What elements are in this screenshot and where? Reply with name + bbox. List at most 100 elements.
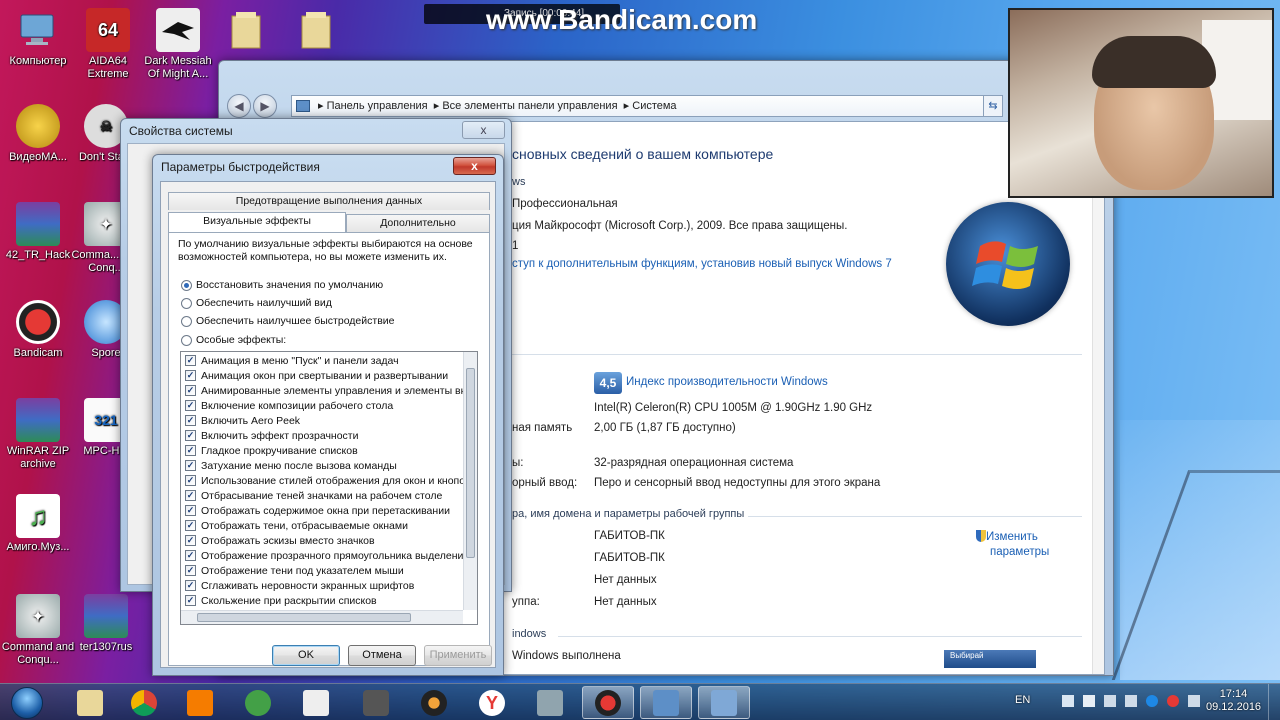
checkbox[interactable]: ✓	[185, 415, 196, 426]
tab-data-execution-prevention[interactable]: Предотвращение выполнения данных	[168, 192, 490, 210]
desktop-icon-winrar-zip[interactable]: WinRAR ZIP archive	[0, 398, 76, 471]
windows-flag-icon[interactable]	[1083, 695, 1095, 707]
effect-item[interactable]: ✓ Отображать содержимое окна при перетаск…	[185, 503, 467, 518]
language-indicator[interactable]: EN	[1015, 694, 1030, 706]
checkbox[interactable]: ✓	[185, 565, 196, 576]
forward-button[interactable]: ▶	[253, 94, 277, 118]
taskbar-system-properties[interactable]	[698, 686, 750, 719]
desktop-icon-computer[interactable]: Компьютер	[0, 8, 76, 68]
effect-item[interactable]: ✓ Скольжение при раскрытии списков	[185, 593, 467, 608]
taskbar-control-panel[interactable]	[640, 686, 692, 719]
change-settings-link[interactable]: Изменить параметры	[976, 530, 1049, 560]
desktop-icon-bandicam[interactable]: Bandicam	[0, 300, 76, 360]
ok-button[interactable]: OK	[272, 645, 340, 666]
effect-item[interactable]: ✓ Включить эффект прозрачности	[185, 428, 467, 443]
vertical-scrollbar[interactable]	[1092, 122, 1104, 674]
desktop-icon-command-conquer-2[interactable]: ✦ Command and Conqu...	[0, 594, 76, 667]
desktop-icon-folder-1[interactable]	[208, 8, 284, 55]
video-icon[interactable]	[1125, 695, 1137, 707]
radio-button[interactable]	[181, 279, 192, 291]
effect-item[interactable]: ✓ Включение композиции рабочего стола	[185, 398, 467, 413]
desktop-icon-42-tr-hack[interactable]: 42_TR_Hack	[0, 202, 76, 262]
radio-custom[interactable]: Особые эффекты:	[181, 334, 286, 346]
start-button[interactable]	[2, 686, 52, 719]
checkbox[interactable]: ✓	[185, 490, 196, 501]
checkbox[interactable]: ✓	[185, 430, 196, 441]
radio-restore-defaults[interactable]: Восстановить значения по умолчанию	[181, 279, 383, 291]
performance-options-dialog[interactable]: Параметры быстродействия x Предотвращени…	[152, 154, 504, 676]
rating-badge[interactable]: 4,5	[594, 372, 622, 394]
breadcrumb-control-panel[interactable]: Панель управления	[327, 100, 428, 112]
taskbar-keyboard[interactable]	[524, 686, 576, 719]
effect-item[interactable]: ✓ Гладкое прокручивание списков	[185, 443, 467, 458]
checkbox[interactable]: ✓	[185, 550, 196, 561]
checkbox[interactable]: ✓	[185, 595, 196, 606]
checkbox[interactable]: ✓	[185, 355, 196, 366]
show-desktop-button[interactable]	[1268, 684, 1280, 720]
system-properties-close-button[interactable]: x	[462, 121, 505, 139]
scroll-thumb[interactable]	[466, 368, 475, 558]
desktop-icon-dark-messiah[interactable]: Dark Messiah Of Might A...	[140, 8, 216, 81]
genuine-button[interactable]: Выбирай	[944, 650, 1036, 668]
radio-best-appearance[interactable]: Обеспечить наилучший вид	[181, 297, 332, 309]
radio-button[interactable]	[181, 334, 192, 346]
desktop-icon-ter1307rus[interactable]: ter1307rus	[68, 594, 144, 654]
apply-button[interactable]: Применить	[424, 645, 492, 666]
breadcrumb-system[interactable]: Система	[632, 100, 676, 112]
checkbox[interactable]: ✓	[185, 370, 196, 381]
tab-advanced[interactable]: Дополнительно	[346, 214, 490, 232]
clock[interactable]: 17:14 09.12.2016	[1206, 688, 1261, 714]
checkbox[interactable]: ✓	[185, 505, 196, 516]
checkbox[interactable]: ✓	[185, 475, 196, 486]
effect-item[interactable]: ✓ Анимированные элементы управления и эле…	[185, 383, 467, 398]
performance-index-link[interactable]: Индекс производительности Windows	[626, 376, 828, 388]
desktop-icon-aida64[interactable]: 64 AIDA64 Extreme	[70, 8, 146, 81]
breadcrumb-all-items[interactable]: Все элементы панели управления	[442, 100, 617, 112]
radio-button[interactable]	[181, 297, 192, 309]
effect-item[interactable]: ✓ Затухание меню после вызова команды	[185, 458, 467, 473]
cancel-button[interactable]: Отмена	[348, 645, 416, 666]
effect-item[interactable]: ✓ Отображение прозрачного прямоугольника …	[185, 548, 467, 563]
effect-item[interactable]: ✓ Использование стилей отображения для ок…	[185, 473, 467, 488]
taskbar-media-player[interactable]	[174, 686, 226, 719]
effect-item[interactable]: ✓ Сглаживать неровности экранных шрифтов	[185, 578, 467, 593]
taskbar-world-of-tanks[interactable]	[350, 686, 402, 719]
tab-visual-effects[interactable]: Визуальные эффекты	[168, 212, 346, 232]
checkbox[interactable]: ✓	[185, 460, 196, 471]
back-button[interactable]: ◀	[227, 94, 251, 118]
checkbox[interactable]: ✓	[185, 580, 196, 591]
taskbar-dark-messiah[interactable]	[290, 686, 342, 719]
desktop-icon-videomaster[interactable]: ВидеоМА...	[0, 104, 76, 164]
scroll-thumb[interactable]	[197, 613, 411, 622]
effect-item[interactable]: ✓ Анимация в меню "Пуск" и панели задач	[185, 353, 467, 368]
upgrade-link[interactable]: ступ к дополнительным функциям, установи…	[512, 258, 892, 270]
taskbar-podcast[interactable]	[232, 686, 284, 719]
effect-item[interactable]: ✓ Отображать эскизы вместо значков	[185, 533, 467, 548]
effect-item[interactable]: ✓ Включить Aero Peek	[185, 413, 467, 428]
effect-item[interactable]: ✓ Анимация окон при свертывании и разверт…	[185, 368, 467, 383]
skype-icon[interactable]	[1146, 695, 1158, 707]
antivirus-icon[interactable]	[1167, 695, 1179, 707]
taskbar-chrome[interactable]	[118, 686, 170, 719]
checkbox[interactable]: ✓	[185, 400, 196, 411]
network-icon[interactable]	[1062, 695, 1074, 707]
taskbar-game[interactable]	[408, 686, 460, 719]
checkbox[interactable]: ✓	[185, 520, 196, 531]
checkbox[interactable]: ✓	[185, 445, 196, 456]
radio-best-performance[interactable]: Обеспечить наилучшее быстродействие	[181, 315, 394, 327]
dialog-close-button[interactable]: x	[453, 157, 496, 175]
effect-item[interactable]: ✓ Отображать тени, отбрасываемые окнами	[185, 518, 467, 533]
checkbox[interactable]: ✓	[185, 385, 196, 396]
refresh-button[interactable]: ⇆	[983, 95, 1003, 117]
desktop-icon-amigo-music[interactable]: ♫ Амиго.Муз...	[0, 494, 76, 554]
effect-item[interactable]: ✓ Отображение тени под указателем мыши	[185, 563, 467, 578]
volume-icon[interactable]	[1104, 695, 1116, 707]
checkbox[interactable]: ✓	[185, 535, 196, 546]
desktop-icon-folder-2[interactable]	[278, 8, 354, 55]
effects-list[interactable]: ✓ Анимация в меню "Пуск" и панели задач ✓…	[180, 351, 478, 625]
taskbar-explorer[interactable]	[64, 686, 116, 719]
taskbar-yandex[interactable]: Y	[466, 686, 518, 719]
taskbar-bandicam[interactable]	[582, 686, 634, 719]
address-bar[interactable]: ▸ Панель управления ▸ Все элементы панел…	[291, 95, 1003, 117]
show-hidden-icon[interactable]	[1188, 695, 1200, 707]
